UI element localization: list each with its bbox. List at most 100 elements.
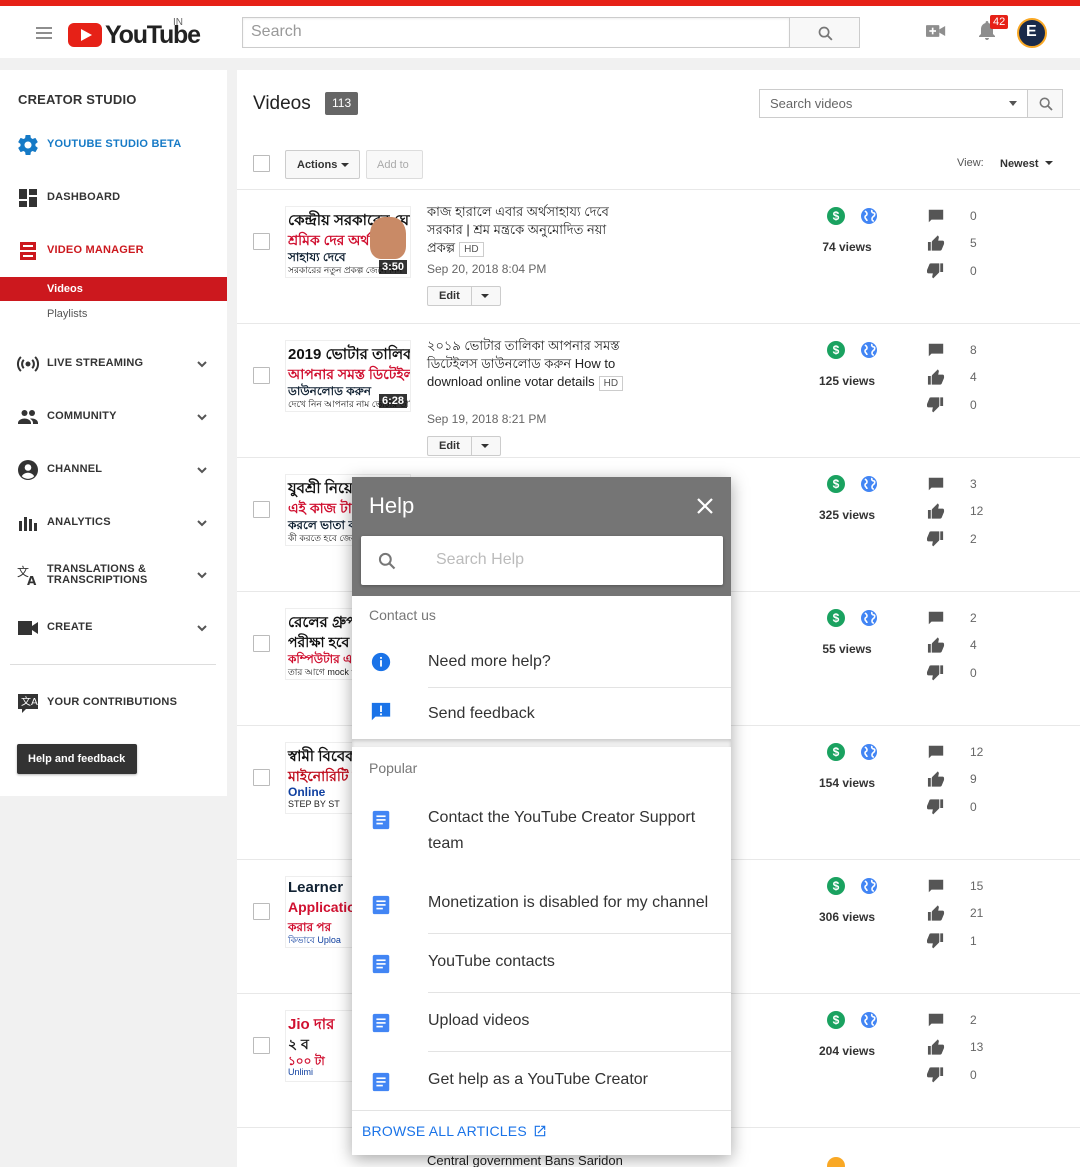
video-title-text: ২০১৯ ভোটার তালিকা আপনার সমস্ত ডিটেইলস ডা… [427, 338, 620, 389]
public-globe-icon[interactable] [860, 609, 878, 627]
help-search-input[interactable]: Search Help [361, 536, 723, 585]
public-globe-icon[interactable] [860, 743, 878, 761]
add-to-button[interactable]: Add to [366, 150, 423, 179]
help-item-need-more-help[interactable]: Need more help? [352, 647, 731, 677]
help-item-send-feedback[interactable]: Send feedback [352, 699, 731, 729]
like-icon[interactable] [927, 502, 945, 520]
public-globe-icon[interactable] [860, 475, 878, 493]
public-globe-icon[interactable] [860, 207, 878, 225]
sidebar-item-community[interactable]: COMMUNITY [0, 402, 227, 432]
help-item-label: YouTube contacts [428, 953, 555, 970]
like-icon[interactable] [927, 368, 945, 386]
sidebar-item-live-streaming[interactable]: LIVE STREAMING [0, 349, 227, 379]
sidebar-item-create[interactable]: CREATE [0, 613, 227, 643]
row-checkbox[interactable] [253, 903, 270, 920]
monetization-icon[interactable]: $ [827, 609, 845, 627]
row-checkbox[interactable] [253, 769, 270, 786]
like-icon[interactable] [927, 904, 945, 922]
monetization-icon[interactable]: $ [827, 207, 845, 225]
sidebar-subitem-videos[interactable]: Videos [0, 277, 227, 301]
video-thumbnail[interactable]: কেন্দ্রীয় সরকারের ঘোষণাশ্রমিক দের অর্থস… [285, 206, 411, 278]
sidebar-item-studio-beta[interactable]: YOUTUBE STUDIO BETA [0, 130, 227, 160]
search-videos-button[interactable] [1027, 89, 1063, 118]
search-input[interactable]: Search [242, 17, 790, 48]
dislike-icon[interactable] [927, 932, 945, 950]
actions-label: Actions [297, 159, 338, 171]
monetization-icon[interactable]: $ [827, 475, 845, 493]
article-icon [372, 954, 390, 974]
video-title[interactable]: কাজ হারালে এবার অর্থসাহায্য দেবে সরকার |… [427, 203, 632, 257]
account-avatar[interactable]: E [1017, 18, 1047, 48]
upload-video-icon[interactable] [926, 23, 946, 39]
edit-button[interactable]: Edit [439, 440, 460, 452]
public-globe-icon[interactable] [860, 341, 878, 359]
dislike-count: 0 [970, 264, 977, 278]
help-article-youtube-contacts[interactable]: YouTube contacts [352, 949, 731, 979]
video-title[interactable]: Central government Bans Saridon [427, 1155, 632, 1167]
sidebar-item-analytics[interactable]: ANALYTICS [0, 508, 227, 538]
sidebar-subitem-playlists[interactable]: Playlists [0, 302, 227, 326]
row-checkbox[interactable] [253, 1037, 270, 1054]
video-thumbnail[interactable]: 2019 ভোটার তালিকা আপনার সমস্ত ডিটেইলস ডাউন… [285, 340, 411, 412]
comment-icon[interactable] [927, 341, 945, 359]
video-date: Sep 19, 2018 8:21 PM [427, 412, 547, 426]
public-globe-icon[interactable] [860, 1011, 878, 1029]
comment-icon[interactable] [927, 877, 945, 895]
sidebar-item-translations[interactable]: 文A TRANSLATIONS & TRANSCRIPTIONS [0, 560, 227, 590]
row-checkbox[interactable] [253, 635, 270, 652]
sidebar-item-video-manager[interactable]: VIDEO MANAGER [0, 236, 227, 266]
comment-icon[interactable] [927, 475, 945, 493]
dislike-icon[interactable] [927, 1066, 945, 1084]
dropdown-caret-icon[interactable] [1009, 101, 1017, 106]
edit-button[interactable]: Edit [439, 290, 460, 302]
edit-dropdown-icon[interactable] [481, 294, 489, 298]
sidebar-item-dashboard[interactable]: DASHBOARD [0, 183, 227, 213]
like-icon[interactable] [927, 234, 945, 252]
like-icon[interactable] [927, 636, 945, 654]
sidebar-item-contributions[interactable]: 文A YOUR CONTRIBUTIONS [0, 688, 227, 718]
help-article-upload-videos[interactable]: Upload videos [352, 1008, 731, 1038]
close-icon[interactable] [696, 497, 714, 515]
dislike-icon[interactable] [927, 798, 945, 816]
video-title[interactable]: ২০১৯ ভোটার তালিকা আপনার সমস্ত ডিটেইলস ডা… [427, 337, 632, 391]
monetization-icon[interactable]: $ [827, 1011, 845, 1029]
comment-icon[interactable] [927, 743, 945, 761]
edit-button-group[interactable]: Edit [427, 436, 501, 456]
dislike-icon[interactable] [927, 262, 945, 280]
like-icon[interactable] [927, 770, 945, 788]
page-title: Videos [253, 93, 311, 114]
monetization-icon[interactable]: $ [827, 877, 845, 895]
actions-button[interactable]: Actions [285, 150, 360, 179]
dislike-icon[interactable] [927, 396, 945, 414]
select-all-checkbox[interactable] [253, 155, 270, 172]
edit-button-group[interactable]: Edit [427, 286, 501, 306]
edit-dropdown-icon[interactable] [481, 444, 489, 448]
button-separator [471, 287, 472, 305]
menu-icon[interactable] [36, 27, 52, 39]
help-article-help-as-creator[interactable]: Get help as a YouTube Creator [352, 1067, 731, 1097]
row-checkbox[interactable] [253, 501, 270, 518]
dislike-icon[interactable] [927, 664, 945, 682]
dislike-icon[interactable] [927, 530, 945, 548]
help-article-monetization[interactable]: Monetization is disabled for my channel [352, 890, 731, 920]
monetization-icon[interactable]: $ [827, 743, 845, 761]
help-article-creator-support[interactable]: Contact the YouTube Creator Support team [352, 805, 731, 861]
monetization-icon[interactable]: $ [827, 341, 845, 359]
search-videos-input[interactable]: Search videos [759, 89, 1028, 118]
sort-select[interactable]: Newest [1000, 158, 1053, 170]
comment-icon[interactable] [927, 1011, 945, 1029]
browse-all-articles-link[interactable]: BROWSE ALL ARTICLES [362, 1123, 547, 1139]
search-button[interactable] [789, 17, 860, 48]
row-checkbox[interactable] [253, 233, 270, 250]
help-and-feedback-button[interactable]: Help and feedback [17, 744, 137, 774]
public-globe-icon[interactable] [860, 877, 878, 895]
like-icon[interactable] [927, 1038, 945, 1056]
table-row[interactable]: 2019 ভোটার তালিকা আপনার সমস্ত ডিটেইলস ডাউন… [237, 324, 1080, 458]
sidebar-item-channel[interactable]: CHANNEL [0, 455, 227, 485]
row-checkbox[interactable] [253, 367, 270, 384]
view-count: 325 views [818, 508, 876, 522]
comment-icon[interactable] [927, 609, 945, 627]
comment-icon[interactable] [927, 207, 945, 225]
table-row[interactable]: কেন্দ্রীয় সরকারের ঘোষণাশ্রমিক দের অর্থস… [237, 190, 1080, 324]
view-count: 55 views [822, 642, 872, 656]
